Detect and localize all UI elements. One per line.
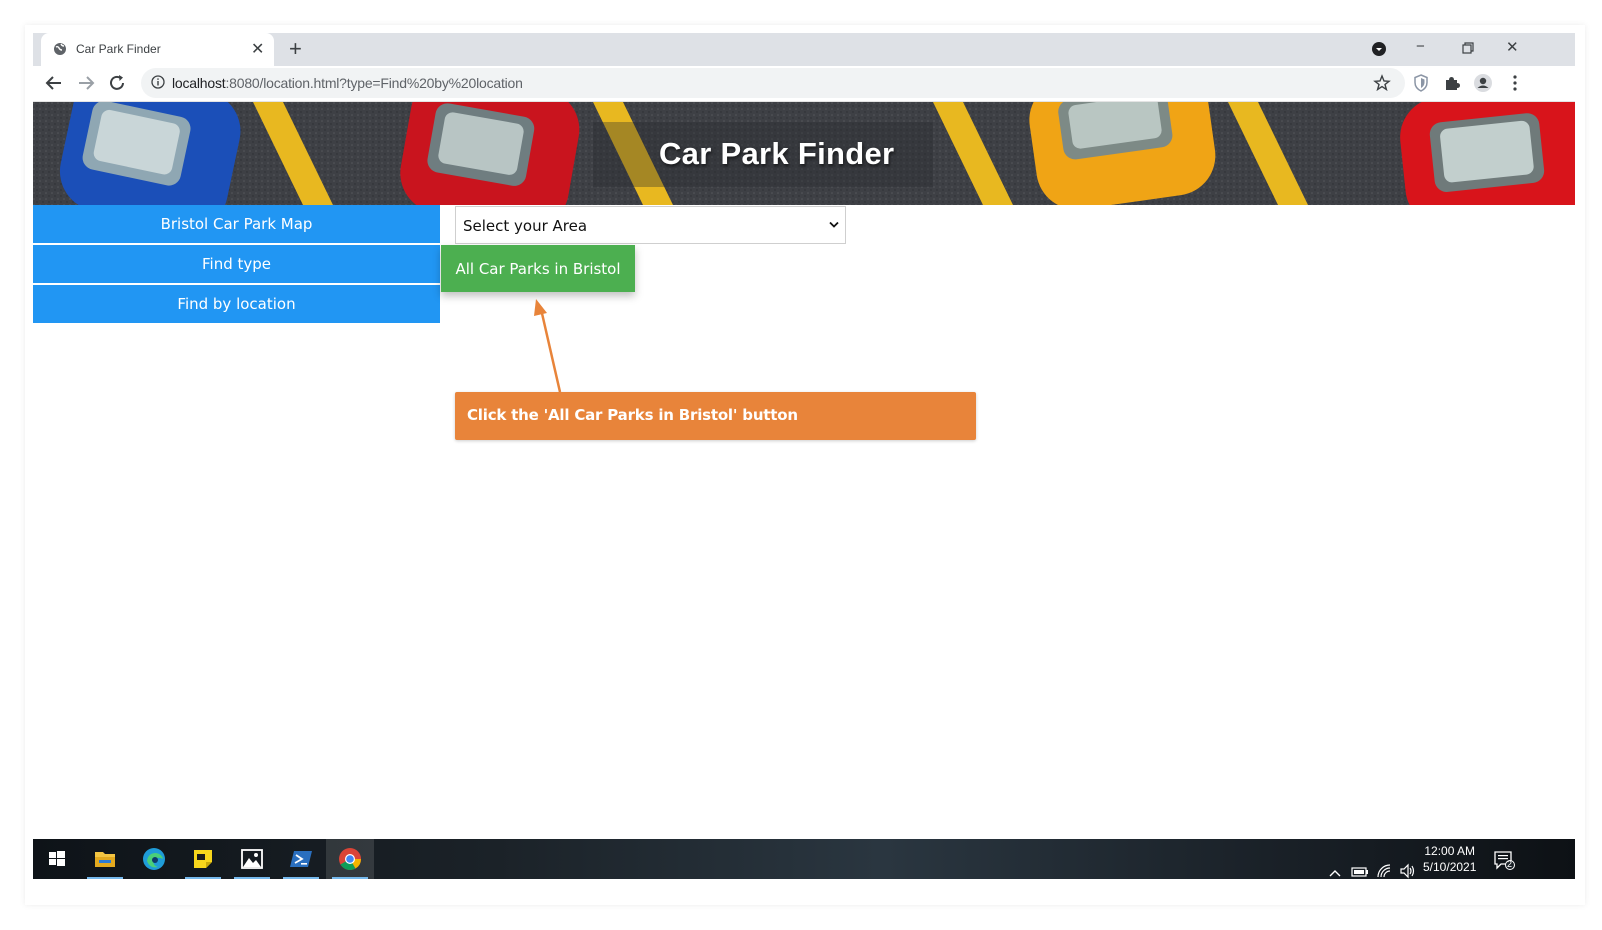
taskbar-file-explorer[interactable] (81, 839, 129, 879)
instruction-callout: Click the 'All Car Parks in Bristol' but… (455, 392, 976, 440)
start-button[interactable] (33, 839, 81, 879)
system-clock[interactable]: 12:00 AM 5/10/2021 (1423, 843, 1476, 875)
taskbar-powershell[interactable] (277, 839, 325, 879)
running-indicator (87, 877, 123, 879)
running-indicator (283, 877, 319, 879)
running-indicator (185, 877, 221, 879)
taskbar-photos[interactable] (228, 839, 276, 879)
sticky-notes-icon (194, 850, 212, 868)
wifi-icon[interactable] (1376, 851, 1392, 891)
show-hidden-icons-icon[interactable] (1329, 853, 1341, 893)
taskbar-sticky-notes[interactable] (179, 839, 227, 879)
notification-count: 2 (1507, 859, 1513, 869)
callout-arrow (534, 299, 562, 393)
taskbar-chrome[interactable] (326, 839, 374, 879)
powershell-icon (290, 851, 312, 867)
browser-window: Car Park Finder ✕ + − ✕ localhost:8080/l… (33, 33, 1575, 901)
battery-icon[interactable] (1351, 852, 1369, 892)
running-indicator (332, 877, 368, 879)
photos-icon (241, 849, 263, 869)
taskbar-edge[interactable] (130, 839, 178, 879)
chrome-icon (339, 848, 361, 870)
windows-start-icon (49, 851, 65, 866)
action-center-button[interactable]: 2 (1493, 849, 1515, 871)
clock-time: 12:00 AM (1424, 844, 1476, 858)
windows-taskbar: 12:00 AM 5/10/2021 2 (33, 839, 1575, 879)
clock-date: 5/10/2021 (1423, 860, 1477, 874)
callout-text: Click the 'All Car Parks in Bristol' but… (467, 406, 798, 424)
volume-icon[interactable] (1399, 851, 1417, 891)
running-indicator (234, 877, 270, 879)
edge-icon (143, 848, 165, 870)
file-explorer-icon (95, 852, 115, 867)
